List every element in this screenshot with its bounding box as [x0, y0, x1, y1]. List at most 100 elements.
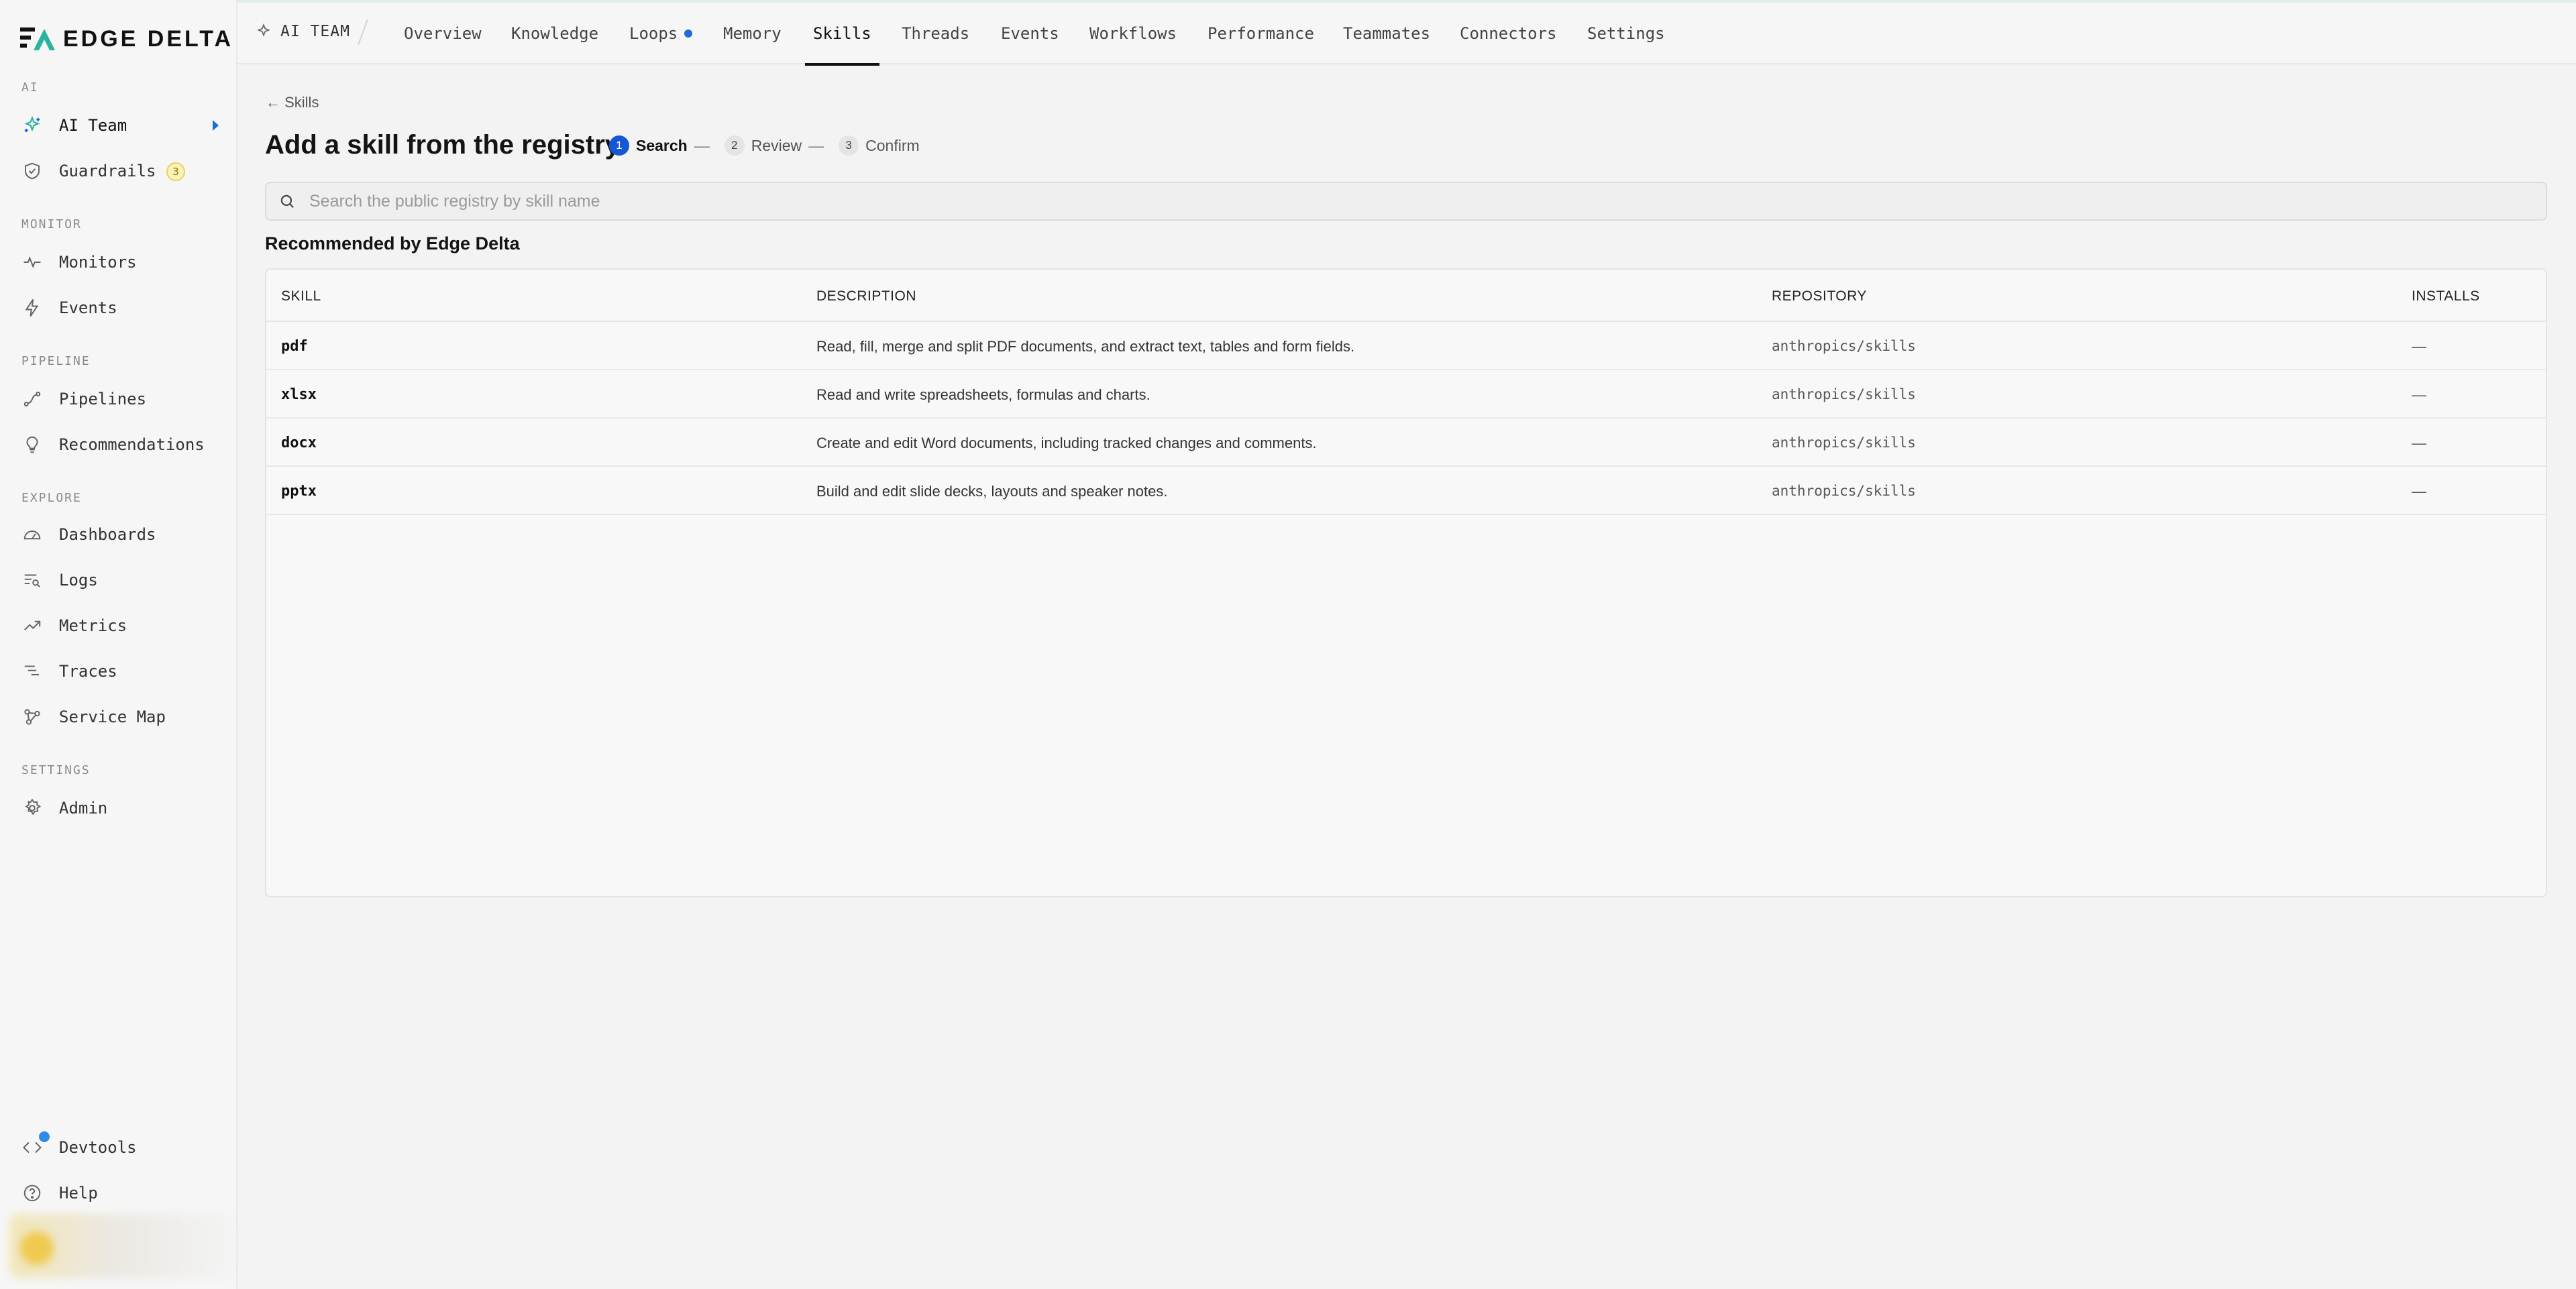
sidebar-item-dashboards[interactable]: Dashboards: [20, 519, 224, 550]
logs-search-icon: [20, 568, 44, 592]
sidebar-item-help[interactable]: Help: [20, 1178, 224, 1209]
table-row[interactable]: docx Create and edit Word documents, inc…: [266, 418, 2546, 467]
sidebar-item-label: Events: [59, 298, 117, 317]
gear-icon: [20, 796, 44, 820]
sidebar-item-admin[interactable]: Admin: [20, 793, 224, 824]
sidebar-item-label: Monitors: [59, 253, 137, 272]
nav-section-ai: AI: [21, 80, 39, 95]
step-3-number: 3: [839, 135, 859, 156]
cell-installs: —: [2412, 483, 2426, 500]
cell-repository: anthropics/skills: [1772, 386, 1916, 402]
sidebar-item-recommendations[interactable]: Recommendations: [20, 429, 224, 460]
sidebar-item-traces[interactable]: Traces: [20, 656, 224, 687]
nav-section-monitor: MONITOR: [21, 217, 82, 231]
guardrails-count-badge: 3: [166, 162, 185, 181]
cell-skill: xlsx: [281, 386, 317, 403]
nav-section-pipeline: PIPELINE: [21, 354, 91, 368]
sidebar-item-metrics[interactable]: Metrics: [20, 610, 224, 641]
table-row[interactable]: pdf Read, fill, merge and split PDF docu…: [266, 322, 2546, 370]
sidebar-item-ai-team[interactable]: AI Team: [20, 110, 224, 141]
step-separator: —: [808, 136, 824, 154]
notification-dot: [39, 1131, 50, 1142]
tab-workflows[interactable]: Workflows: [1089, 3, 1177, 64]
sidebar-item-service-map[interactable]: Service Map: [20, 702, 224, 732]
sidebar-item-label: Guardrails: [59, 162, 156, 180]
tab-memory[interactable]: Memory: [723, 3, 782, 64]
breadcrumb-label: AI TEAM: [280, 23, 350, 40]
cell-installs: —: [2412, 435, 2426, 451]
step-2-label: Review: [751, 136, 802, 154]
tab-loops[interactable]: Loops: [629, 3, 693, 64]
tab-overview[interactable]: Overview: [404, 3, 482, 64]
service-map-icon: [20, 705, 44, 729]
page-title: Add a skill from the registry: [265, 130, 621, 160]
step-3-label: Confirm: [865, 136, 920, 154]
active-tab-indicator: [805, 63, 879, 66]
sidebar-item-logs[interactable]: Logs: [20, 565, 224, 596]
nav-section-explore: EXPLORE: [21, 491, 82, 505]
help-circle-icon: [20, 1181, 44, 1205]
sidebar-item-label: Dashboards: [59, 525, 156, 544]
step-1-number: 1: [609, 135, 629, 156]
brand-name: EDGE DELTA: [63, 25, 234, 52]
column-header-installs: INSTALLS: [2412, 288, 2480, 304]
sidebar-item-events[interactable]: Events: [20, 292, 224, 323]
registry-search-box[interactable]: [265, 182, 2547, 221]
sidebar-item-label: Recommendations: [59, 435, 205, 454]
cell-description: Create and edit Word documents, includin…: [816, 435, 1317, 451]
gauge-icon: [20, 522, 44, 547]
sidebar-item-devtools[interactable]: Devtools: [20, 1131, 224, 1163]
sidebar-item-label: Devtools: [59, 1138, 137, 1157]
column-header-skill: SKILL: [281, 288, 321, 304]
section-title: Recommended by Edge Delta: [265, 233, 520, 254]
sidebar-item-label: Pipelines: [59, 390, 147, 408]
tab-events[interactable]: Events: [1001, 3, 1059, 64]
tab-connectors[interactable]: Connectors: [1460, 3, 1557, 64]
breadcrumb[interactable]: AI TEAM: [255, 23, 350, 40]
tab-knowledge[interactable]: Knowledge: [511, 3, 598, 64]
cell-skill: pdf: [281, 338, 308, 355]
tab-teammates[interactable]: Teammates: [1343, 3, 1430, 64]
edge-delta-logo-icon: [20, 27, 55, 50]
search-icon: [280, 194, 294, 208]
tab-label: Loops: [629, 24, 678, 43]
sidebar-item-guardrails[interactable]: Guardrails 3: [20, 156, 224, 186]
sidebar-item-monitors[interactable]: Monitors: [20, 247, 224, 278]
table-header: SKILL DESCRIPTION REPOSITORY INSTALLS: [266, 270, 2546, 322]
nav-section-settings: SETTINGS: [21, 763, 91, 777]
cell-description: Build and edit slide decks, layouts and …: [816, 483, 1168, 500]
avatar: [20, 1231, 54, 1265]
breadcrumb-separator: [358, 19, 368, 46]
step-separator: —: [694, 136, 710, 154]
cell-repository: anthropics/skills: [1772, 435, 1916, 451]
sidebar-item-pipelines[interactable]: Pipelines: [20, 384, 224, 414]
tab-performance[interactable]: Performance: [1208, 3, 1314, 64]
step-2-number: 2: [724, 135, 745, 156]
brand-logo[interactable]: EDGE DELTA: [20, 25, 233, 52]
stepper: 1 Search — 2 Review — 3 Confirm: [609, 135, 920, 156]
shield-check-icon: [20, 159, 44, 183]
column-header-description: DESCRIPTION: [816, 288, 917, 304]
tab-settings[interactable]: Settings: [1587, 3, 1665, 64]
table-row[interactable]: pptx Build and edit slide decks, layouts…: [266, 467, 2546, 515]
tab-label: Skills: [813, 24, 871, 43]
sidebar-item-label: Metrics: [59, 616, 127, 635]
sidebar-item-label: Traces: [59, 662, 117, 681]
sidebar-item-label: Logs: [59, 571, 98, 590]
cell-description: Read, fill, merge and split PDF document…: [816, 338, 1355, 355]
step-1-label: Search: [636, 136, 688, 154]
cell-installs: —: [2412, 386, 2426, 403]
sidebar-item-label: Admin: [59, 799, 108, 818]
loops-status-dot: [684, 30, 693, 38]
sidebar-item-label: Help: [59, 1184, 98, 1202]
pulse-icon: [20, 250, 44, 274]
back-to-skills-link[interactable]: ← Skills: [266, 94, 319, 111]
traces-icon: [20, 659, 44, 683]
tab-threads[interactable]: Threads: [902, 3, 969, 64]
tab-skills[interactable]: Skills: [805, 3, 879, 66]
table-row[interactable]: xlsx Read and write spreadsheets, formul…: [266, 370, 2546, 418]
trend-up-icon: [20, 614, 44, 638]
top-nav-bar: AI TEAM Overview Knowledge Loops Memory …: [237, 3, 2576, 66]
registry-search-input[interactable]: [309, 191, 2322, 211]
column-header-repository: REPOSITORY: [1772, 288, 1867, 304]
